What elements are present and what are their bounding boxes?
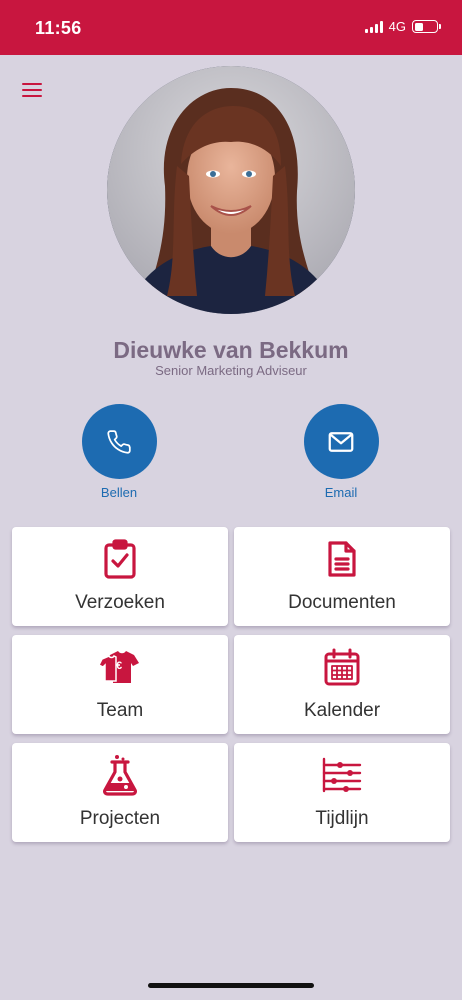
tile-label: Kalender bbox=[303, 700, 381, 721]
email-label: Email bbox=[324, 485, 358, 500]
status-indicators: 4G bbox=[364, 19, 441, 34]
document-icon bbox=[328, 541, 356, 577]
tile-kalender[interactable]: Kalender bbox=[234, 635, 450, 734]
profile-name: Dieuwke van Bekkum bbox=[113, 337, 349, 363]
call-button[interactable]: Bellen bbox=[81, 404, 157, 500]
hamburger-menu-icon[interactable] bbox=[22, 82, 42, 98]
status-bar: 11:56 4G bbox=[0, 0, 462, 55]
tile-label: Verzoeken bbox=[75, 592, 165, 613]
timeline-icon bbox=[322, 757, 362, 793]
tile-verzoeken[interactable]: Verzoeken bbox=[12, 527, 228, 626]
battery-level bbox=[414, 22, 423, 31]
signal-icon bbox=[364, 20, 383, 33]
avatar bbox=[107, 66, 355, 314]
battery-icon bbox=[412, 20, 441, 33]
tile-team[interactable]: € Team bbox=[12, 635, 228, 734]
email-button[interactable]: Email bbox=[303, 404, 379, 500]
mail-icon bbox=[328, 431, 354, 452]
phone-icon bbox=[107, 429, 131, 454]
call-label: Bellen bbox=[100, 485, 138, 500]
calendar-icon bbox=[324, 648, 360, 686]
tile-label: Documenten bbox=[288, 592, 396, 613]
tile-label: Projecten bbox=[79, 808, 161, 829]
clipboard-check-icon bbox=[104, 539, 136, 579]
status-time: 11:56 bbox=[35, 18, 82, 38]
network-type: 4G bbox=[388, 19, 406, 34]
svg-text:€: € bbox=[116, 660, 122, 672]
home-indicator[interactable] bbox=[148, 983, 314, 988]
tile-label: Team bbox=[96, 700, 144, 721]
profile-role: Senior Marketing Adviseur bbox=[155, 363, 307, 378]
flask-icon bbox=[103, 755, 137, 796]
tile-projecten[interactable]: Projecten bbox=[12, 743, 228, 842]
team-shirt-icon: € bbox=[98, 651, 139, 683]
tile-tijdlijn[interactable]: Tijdlijn bbox=[234, 743, 450, 842]
tile-documenten[interactable]: Documenten bbox=[234, 527, 450, 626]
call-button-circle[interactable] bbox=[81, 404, 157, 479]
tile-label: Tijdlijn bbox=[315, 808, 369, 829]
email-button-circle[interactable] bbox=[303, 404, 379, 479]
